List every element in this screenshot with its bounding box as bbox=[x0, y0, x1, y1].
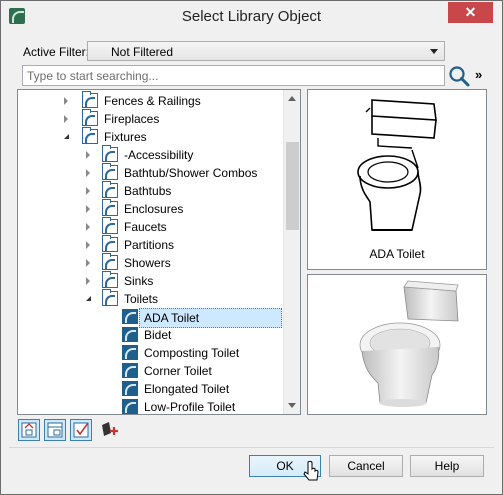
expand-arrow-icon[interactable] bbox=[86, 151, 90, 159]
tree-folder-label: Fences & Railings bbox=[104, 94, 201, 108]
help-button[interactable]: Help bbox=[410, 455, 484, 477]
plan-preview-panel: ADA Toilet bbox=[307, 89, 487, 270]
tree-folder-label: Faucets bbox=[124, 220, 167, 234]
add-to-library-button[interactable] bbox=[98, 419, 120, 441]
mouse-cursor-icon bbox=[303, 460, 319, 481]
expand-panel-icon[interactable]: » bbox=[475, 67, 487, 82]
expand-arrow-icon[interactable] bbox=[86, 205, 90, 213]
tree-folder-label: Toilets bbox=[124, 292, 159, 306]
active-filter-dropdown[interactable]: Not Filtered bbox=[87, 41, 445, 61]
close-button[interactable]: ✕ bbox=[448, 2, 493, 23]
library-object-icon bbox=[122, 399, 138, 414]
folder-icon bbox=[82, 91, 98, 108]
add-library-icon bbox=[102, 422, 118, 436]
filter-check-icon bbox=[73, 422, 89, 438]
toilet-3d-render-image bbox=[359, 280, 459, 407]
expand-arrow-icon[interactable] bbox=[86, 169, 90, 177]
folder-icon bbox=[82, 127, 98, 144]
tree-item-label: Corner Toilet bbox=[144, 364, 212, 378]
search-icon[interactable] bbox=[448, 65, 470, 87]
tree-folder-label: Fireplaces bbox=[104, 112, 160, 126]
filter-toggle-button[interactable] bbox=[70, 419, 92, 441]
tree-folder-label: Partitions bbox=[124, 238, 175, 252]
toilet-line-drawing-image bbox=[357, 99, 437, 231]
expand-arrow-icon[interactable] bbox=[86, 277, 90, 285]
collapse-arrow-icon[interactable] bbox=[64, 134, 69, 139]
plan-view-icon bbox=[21, 422, 37, 438]
tree-item-label: Composting Toilet bbox=[144, 346, 240, 360]
tree-folder-label: Bathtubs bbox=[124, 184, 172, 198]
search-input[interactable] bbox=[23, 66, 444, 85]
library-object-icon bbox=[122, 327, 138, 342]
tree-folder-label: -Accessibility bbox=[124, 148, 194, 162]
folder-icon bbox=[102, 199, 118, 216]
expand-arrow-icon[interactable] bbox=[86, 223, 90, 231]
library-object-icon bbox=[122, 381, 138, 396]
collapse-arrow-icon[interactable] bbox=[86, 296, 91, 301]
tree-item-label: Bidet bbox=[144, 328, 172, 342]
folder-icon bbox=[102, 235, 118, 252]
tree-item-label: Low-Profile Toilet bbox=[144, 400, 236, 414]
folder-icon bbox=[102, 271, 118, 288]
library-object-icon bbox=[122, 363, 138, 378]
expand-arrow-icon[interactable] bbox=[86, 187, 90, 195]
tree-scrollbar[interactable] bbox=[283, 90, 300, 414]
folder-icon bbox=[102, 145, 118, 162]
expand-arrow-icon[interactable] bbox=[86, 241, 90, 249]
folder-icon bbox=[102, 253, 118, 270]
folder-icon bbox=[82, 109, 98, 126]
tree-folder-label: Showers bbox=[124, 256, 171, 270]
chevron-down-icon bbox=[430, 49, 438, 54]
preview-toggle-button[interactable] bbox=[44, 419, 66, 441]
expand-arrow-icon[interactable] bbox=[86, 259, 90, 267]
tree-folder-label: Enclosures bbox=[124, 202, 184, 216]
preview-caption: ADA Toilet bbox=[369, 247, 425, 261]
scrollbar-thumb[interactable] bbox=[286, 142, 299, 230]
preview-icon bbox=[47, 422, 63, 438]
active-filter-label: Active Filter: bbox=[23, 45, 90, 59]
tree-folder-label: Fixtures bbox=[104, 130, 147, 144]
search-field[interactable] bbox=[22, 65, 445, 86]
3d-preview-panel bbox=[307, 274, 487, 415]
folder-icon bbox=[102, 289, 118, 306]
expand-arrow-icon[interactable] bbox=[64, 97, 68, 105]
active-filter-value: Not Filtered bbox=[111, 45, 174, 59]
tree-item-label: ADA Toilet bbox=[139, 308, 282, 328]
footer-divider bbox=[9, 447, 494, 448]
folder-icon bbox=[102, 217, 118, 234]
library-object-icon bbox=[122, 309, 138, 324]
cancel-button[interactable]: Cancel bbox=[329, 455, 403, 477]
folder-icon bbox=[102, 181, 118, 198]
title-bar[interactable]: Select Library Object ✕ bbox=[1, 1, 502, 32]
dialog-window: Select Library Object ✕ Active Filter: N… bbox=[0, 0, 503, 495]
window-title: Select Library Object bbox=[181, 8, 322, 25]
tree-item-label: Elongated Toilet bbox=[144, 382, 230, 396]
plan-view-toggle-button[interactable] bbox=[18, 419, 40, 441]
expand-arrow-icon[interactable] bbox=[64, 115, 68, 123]
scroll-up-icon[interactable] bbox=[288, 96, 296, 101]
folder-icon bbox=[102, 163, 118, 180]
library-tree[interactable]: Fences & Railings Fireplaces Fixtures -A… bbox=[17, 89, 301, 415]
scroll-down-icon[interactable] bbox=[288, 403, 296, 408]
tree-folder-label: Bathtub/Shower Combos bbox=[124, 166, 258, 180]
library-object-icon bbox=[122, 345, 138, 360]
tree-folder-label: Sinks bbox=[124, 274, 154, 288]
